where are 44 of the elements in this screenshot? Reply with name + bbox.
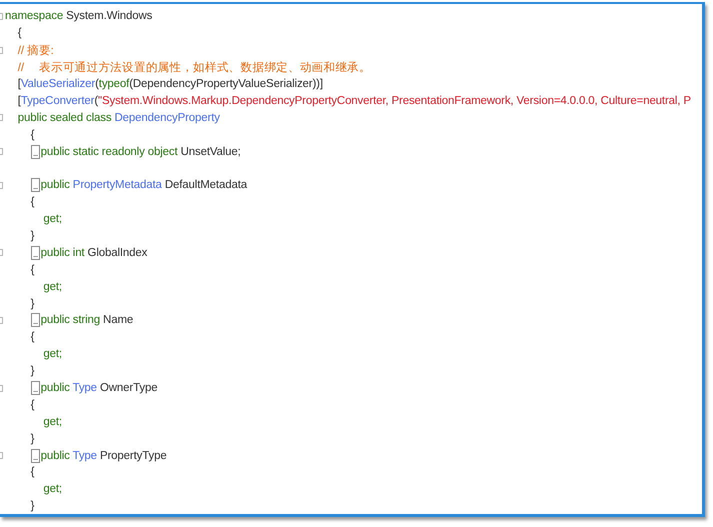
code-line: namespace System.Windows: [5, 10, 152, 22]
code-line: }: [30, 298, 34, 310]
code-line: public Type PropertyType: [40, 450, 167, 462]
code-line: }: [30, 500, 34, 512]
code-line: public PropertyMetadata DefaultMetadata: [40, 179, 247, 192]
code-line: public sealed class DependencyProperty: [18, 112, 220, 124]
outline-marker-icon[interactable]: [0, 148, 3, 156]
collapsed-region-button[interactable]: ...: [30, 178, 40, 192]
collapsed-region-button[interactable]: ...: [30, 246, 40, 260]
code-line: // 摘要:: [18, 44, 54, 58]
code-line: public int GlobalIndex: [40, 246, 148, 259]
code-line: {: [30, 196, 34, 208]
code-line: [TypeConverter("System.Windows.Markup.DependencyPropertyConverter, PresentationFramework, Version=4.0.0.0, Culture=neutral, P: [18, 94, 691, 107]
code-line: get;: [43, 483, 62, 496]
outline-marker-icon[interactable]: [0, 46, 3, 54]
collapsed-region-button[interactable]: ...: [30, 381, 40, 396]
code-line: }: [30, 432, 34, 445]
code-line: public static readonly object UnsetValue;: [40, 146, 241, 158]
code-line: get;: [43, 213, 62, 226]
code-line: get;: [43, 348, 62, 360]
code-line: get;: [43, 280, 62, 293]
collapsed-region-button[interactable]: ...: [30, 313, 40, 328]
collapsed-region-button[interactable]: ...: [30, 144, 40, 159]
code-line: {: [30, 264, 34, 276]
code-line: {: [30, 128, 34, 141]
code-line: }: [30, 230, 34, 242]
code-line: // 表示可通过方法设置的属性，如样式、数据绑定、动画和继承。: [18, 60, 371, 75]
outline-marker-icon[interactable]: [0, 249, 3, 256]
outline-marker-icon[interactable]: [0, 316, 3, 324]
code-line: public Type OwnerType: [40, 382, 158, 394]
code-line: get;: [43, 416, 62, 428]
code-line: [ValueSerializer(typeof(DependencyPropertyValueSerializer))]: [18, 78, 323, 90]
outline-marker-icon[interactable]: [0, 452, 3, 460]
outline-marker-icon[interactable]: [0, 182, 3, 189]
code-line: {: [30, 398, 34, 411]
code-line: {: [30, 331, 34, 344]
outline-marker-icon[interactable]: [0, 384, 3, 392]
code-line: }: [30, 365, 34, 378]
outline-marker-icon[interactable]: [0, 114, 3, 122]
outline-marker-icon[interactable]: [0, 12, 3, 20]
code-line: {: [30, 466, 34, 478]
collapsed-region-button[interactable]: ...: [30, 448, 40, 463]
code-line: public string Name: [40, 314, 134, 326]
code-line: {: [18, 27, 22, 40]
